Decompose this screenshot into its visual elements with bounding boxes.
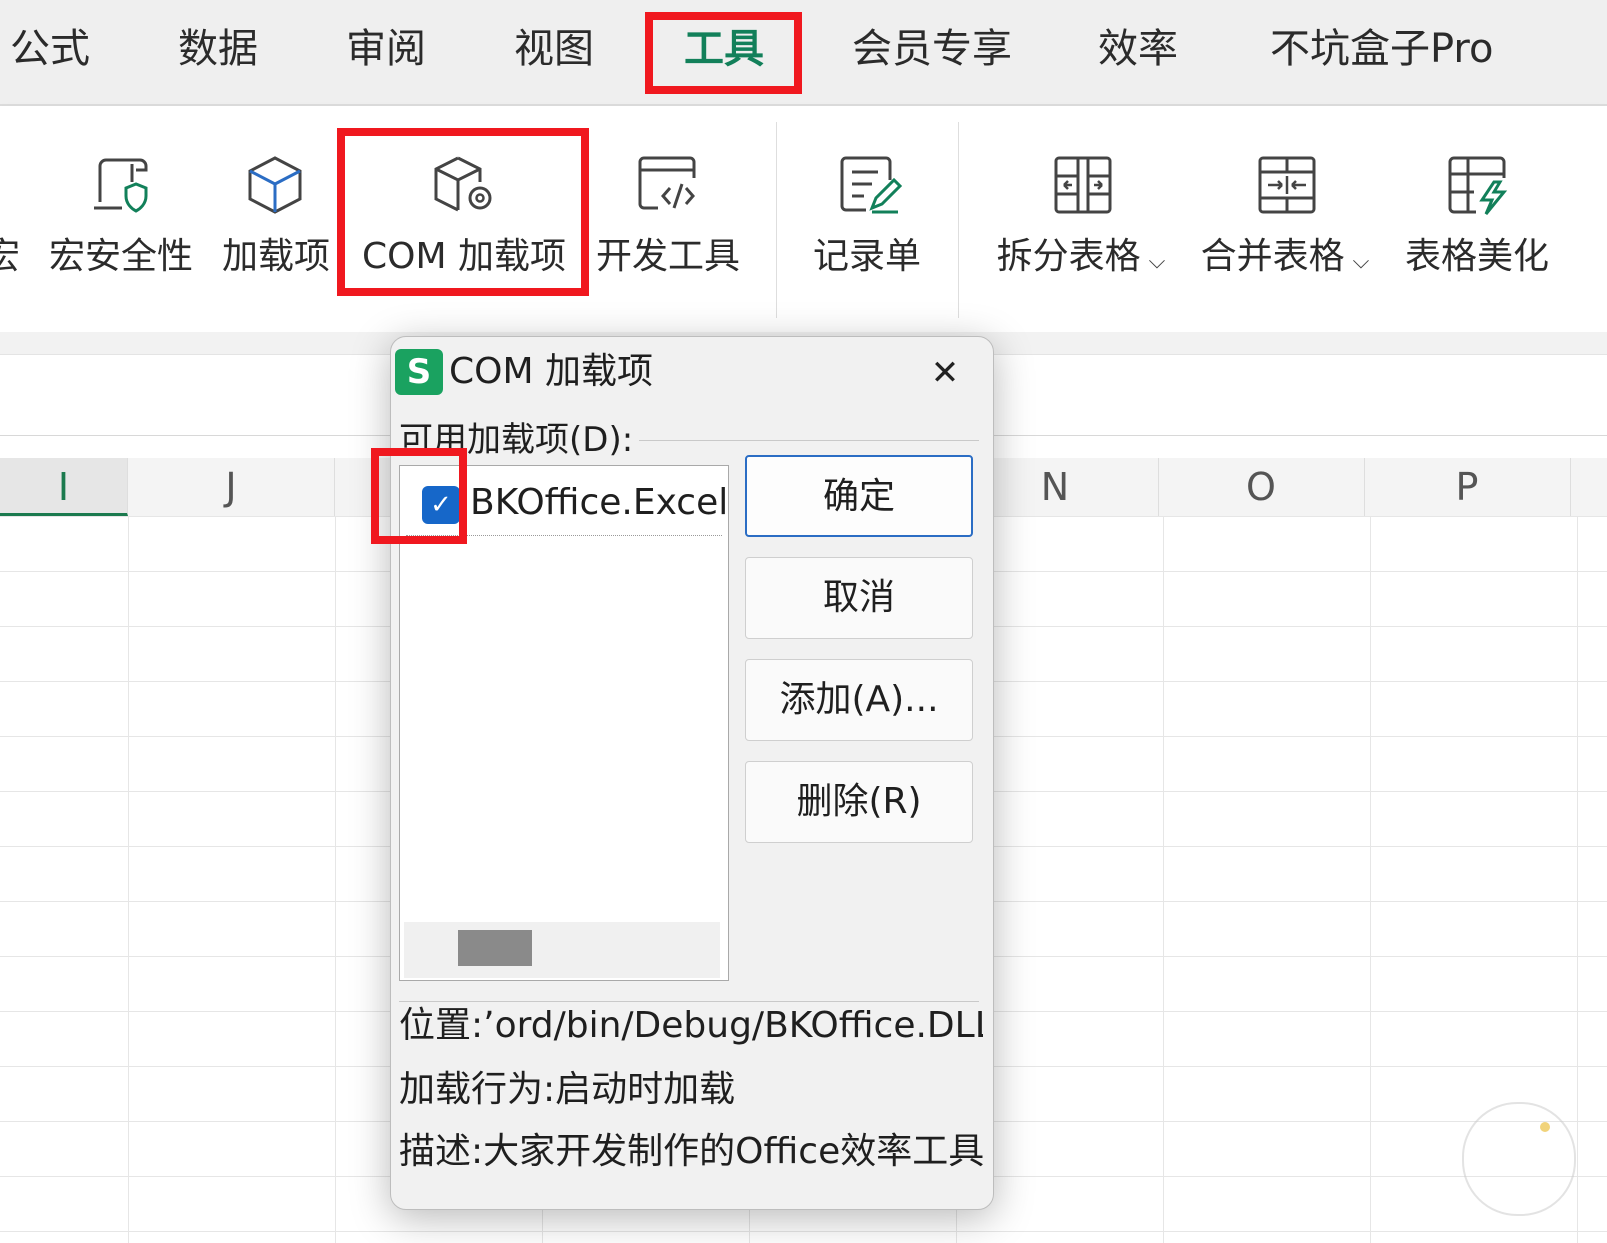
column-header-o[interactable]: O [1158,458,1365,516]
addin-load-behavior: 加载行为:启动时加载 [399,1069,736,1110]
menu-tab-bar: 公式 数据 审阅 视图 工具 会员专享 效率 不坑盒子Pro [0,0,1607,106]
column-header-j[interactable]: J [128,458,335,516]
beautify-table-icon [1448,156,1508,215]
record-form-icon [840,156,902,214]
split-table-label: 拆分表格 [996,236,1141,277]
chevron-down-icon: ⌵ [1352,249,1370,274]
record-form-button[interactable]: 记录单 [812,232,922,282]
watermark-logo [1462,1102,1576,1216]
macro-security-button[interactable]: 宏安全性 [48,232,194,282]
tab-view[interactable]: 视图 [514,24,594,74]
add-button[interactable]: 添加(A)... [745,659,973,741]
addin-description: 描述:大家开发制作的Office效率工具 [399,1131,983,1172]
tab-bukeng-box-pro[interactable]: 不坑盒子Pro [1270,24,1493,74]
highlight-box-tools-tab [645,12,802,94]
com-addins-dialog: S COM 加载项 ✕ 可用加载项(D): ✓ BKOffice.Excel 确… [390,336,994,1210]
column-header-p[interactable]: P [1364,458,1571,516]
remove-button[interactable]: 删除(R) [745,761,973,843]
tab-efficiency[interactable]: 效率 [1098,24,1178,74]
chevron-down-icon: ⌵ [1148,249,1166,274]
split-table-button[interactable]: 拆分表格 ⌵ [996,232,1166,282]
tab-review[interactable]: 审阅 [346,24,426,74]
tab-formula[interactable]: 公式 [10,24,90,74]
close-icon[interactable]: ✕ [923,351,967,395]
macro-security-icon [94,158,148,213]
merge-table-label: 合并表格 [1200,236,1345,277]
app-logo-icon: S [395,349,443,395]
watermark-dot [1540,1122,1550,1132]
horizontal-scrollbar[interactable] [404,922,720,978]
merge-table-button[interactable]: 合并表格 ⌵ [1200,232,1370,282]
addin-location: 位置:’ord/bin/Debug/BKOffice.DLL [399,1005,983,1046]
tab-data[interactable]: 数据 [178,24,258,74]
ok-button[interactable]: 确定 [745,455,973,537]
addin-name: BKOffice.Excel [470,482,729,523]
merge-table-icon [1258,156,1316,214]
tab-member[interactable]: 会员专享 [852,24,1012,74]
highlight-box-checkbox [371,448,467,544]
ribbon-separator [958,122,959,318]
column-header-i[interactable]: I [0,458,128,516]
highlight-box-com-addins [337,128,589,296]
ribbon-toolbar: 宏 宏安全性 加载项 COM 加载项 开发工具 记录单 拆分表格 ⌵ 合并表格 … [0,106,1607,332]
addin-cube-icon [248,156,302,214]
developer-code-icon [638,156,696,210]
dialog-title: COM 加载项 [449,351,653,392]
developer-tools-button[interactable]: 开发工具 [596,232,740,282]
cancel-button[interactable]: 取消 [745,557,973,639]
beautify-table-button[interactable]: 表格美化 [1404,232,1550,282]
scrollbar-thumb[interactable] [458,930,532,966]
ribbon-partial-label: 宏 [0,236,20,277]
ribbon-separator [776,122,777,318]
addins-button[interactable]: 加载项 [220,232,332,282]
split-table-icon [1054,156,1112,214]
